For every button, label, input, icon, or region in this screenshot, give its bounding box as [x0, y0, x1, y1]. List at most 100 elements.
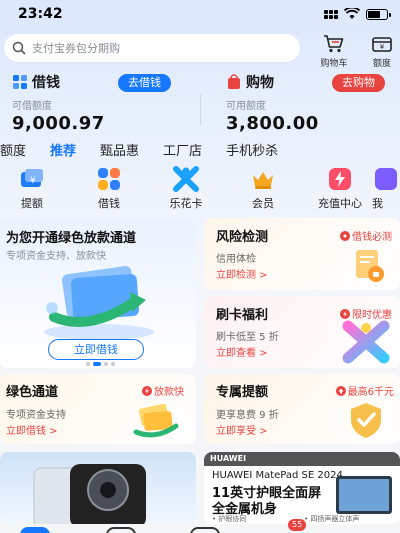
borrow-title: 借钱 [32, 75, 60, 91]
cart-icon [324, 35, 344, 53]
eye-icon [340, 230, 350, 241]
wallet-icon: ¥ [372, 37, 392, 52]
green-channel-card[interactable]: 绿色通道 放款快 专项资金支持 立即借钱 > [0, 374, 196, 444]
grid-item-member[interactable]: 会员 [233, 166, 293, 211]
swipe-sub: 刷卡低至 5 折 [216, 332, 279, 343]
borrow-grid-small-icon [13, 75, 27, 89]
money-envelope-icon [133, 403, 179, 438]
nav-badge: 55 [288, 519, 307, 531]
member-crown-icon [253, 172, 273, 189]
borrow-limit-label: 可借额度 [12, 101, 52, 112]
go-shop-button[interactable]: 去购物 [332, 74, 385, 92]
flash-icon [340, 308, 350, 319]
swipe-link[interactable]: 立即查看 > [216, 344, 268, 359]
matepad-ad-card[interactable]: HUAWEI HUAWEI MatePad SE 2024 11英寸护眼全面屏 … [204, 452, 400, 524]
cellular-signal-icon [324, 9, 338, 19]
green-tag: 放款快 [142, 383, 184, 398]
withdraw-tag: 最高6千元 [335, 383, 394, 398]
card-illustration-icon [44, 266, 154, 340]
phone-product-image [33, 464, 146, 524]
grid-item-more[interactable]: 我 [372, 166, 400, 211]
nav-cart-icon[interactable] [190, 527, 220, 533]
risk-tag-text: 借钱必测 [352, 232, 392, 243]
borrow-grid-icon [98, 168, 120, 190]
promo-title: 为您开通绿色放款通道 [6, 231, 137, 246]
green-sub: 专项资金支持 [6, 410, 66, 421]
grid-item-recharge[interactable]: 充值中心 [310, 166, 370, 211]
grid-item-borrow[interactable]: 借钱 [79, 166, 139, 211]
tab-recommend[interactable]: 推荐 [50, 140, 76, 160]
recharge-icon [329, 168, 351, 190]
borrow-now-button[interactable]: 立即借钱 [48, 339, 144, 360]
ad-brand: HUAWEI [210, 454, 247, 463]
star-sparkle-icon [342, 320, 390, 364]
borrow-limit-amount: 9,000.97 [12, 113, 105, 134]
ad-product-name: HUAWEI MatePad SE 2024 [212, 470, 343, 481]
shop-limit-label: 可用额度 [226, 101, 266, 112]
grid-label: 提额 [21, 197, 43, 210]
gold-shield-icon [351, 403, 381, 438]
nav-home-icon[interactable] [20, 527, 50, 533]
withdraw-link[interactable]: 立即享受 > [216, 422, 268, 437]
borrow-account: 借钱 去借钱 可借额度 9,000.97 [12, 72, 192, 134]
tab-quota[interactable]: 额度 [0, 140, 26, 160]
green-title: 绿色通道 [6, 385, 59, 400]
status-icons [324, 8, 391, 20]
phone-ad-card[interactable] [0, 452, 196, 524]
risk-check-card[interactable]: 风险检测 借钱必测 信用体检 立即检测 > [204, 218, 400, 290]
shop-title: 购物 [246, 75, 274, 91]
tablet-product-image [336, 476, 392, 514]
withdraw-tag-text: 最高6千元 [347, 387, 394, 398]
search-input[interactable]: 支付宝券包分期购 [4, 34, 300, 62]
risk-sub: 信用体检 [216, 254, 256, 265]
promo-green-channel-card[interactable]: 为您开通绿色放款通道 专项资金支持、放款快 立即借钱 [0, 218, 196, 368]
lehua-card-icon [173, 166, 199, 192]
swipe-title: 刷卡福利 [216, 308, 269, 323]
shop-account: 购物 去购物 可用额度 3,800.00 [226, 72, 396, 134]
swipe-tag: 限时优惠 [340, 306, 392, 321]
search-placeholder: 支付宝券包分期购 [32, 42, 120, 55]
grid-item-lehua-card[interactable]: 乐花卡 [156, 166, 216, 211]
shop-limit-amount: 3,800.00 [226, 113, 319, 134]
withdraw-sub: 更享息费 9 折 [216, 410, 279, 421]
nav-category-icon[interactable] [106, 527, 136, 533]
grid-label: 我 [372, 197, 383, 210]
promo-sub: 专项资金支持、放款快 [6, 251, 106, 262]
more-icon [375, 168, 397, 190]
risk-title: 风险检测 [216, 230, 269, 245]
cart-label: 购物车 [320, 59, 348, 69]
go-borrow-button[interactable]: 去借钱 [118, 74, 171, 92]
withdraw-title: 专属提额 [216, 385, 269, 400]
wifi-icon [344, 8, 360, 19]
green-tag-text: 放款快 [154, 387, 184, 398]
risk-tag: 借钱必测 [340, 228, 392, 243]
limit-button[interactable]: ¥ 额度 [362, 34, 400, 69]
ad-brand-bar: HUAWEI [204, 452, 400, 466]
green-link[interactable]: 立即借钱 > [6, 422, 58, 437]
bottom-nav-bar: 55 [0, 519, 400, 533]
grid-label: 借钱 [98, 197, 120, 210]
exclusive-raise-card[interactable]: 专属提额 最高6千元 更享息费 9 折 立即享受 > [204, 374, 400, 444]
tab-factory-store[interactable]: 工厂店 [163, 140, 202, 160]
search-row: 支付宝券包分期购 购物车 ¥ 额度 [0, 34, 400, 69]
account-divider [200, 94, 201, 126]
card-swipe-benefit-card[interactable]: 刷卡福利 限时优惠 刷卡低至 5 折 立即查看 > [204, 296, 400, 368]
battery-icon [366, 8, 391, 20]
risk-link[interactable]: 立即检测 > [216, 266, 268, 281]
account-summary: 借钱 去借钱 可借额度 9,000.97 购物 去购物 可用额度 3,800.0… [0, 72, 400, 134]
svg-text:¥: ¥ [30, 176, 36, 186]
document-lock-icon [356, 250, 384, 282]
flash-icon [142, 385, 152, 396]
tab-phone-flash-sale[interactable]: 手机秒杀 [226, 140, 278, 160]
tab-selected-deals[interactable]: 甄品惠 [100, 140, 139, 160]
cart-button[interactable]: 购物车 [314, 34, 354, 69]
grid-label: 充值中心 [318, 197, 362, 210]
grid-item-raise-limit[interactable]: ¥ 提额 [2, 166, 62, 211]
category-tabs: 额度 推荐 甄品惠 工厂店 手机秒杀 [0, 140, 400, 160]
raise-limit-icon: ¥ [21, 169, 43, 187]
grid-label: 乐花卡 [169, 197, 203, 210]
grid-label: 会员 [252, 197, 274, 210]
status-time: 23:42 [18, 6, 63, 22]
svg-text:¥: ¥ [380, 43, 385, 51]
swipe-tag-text: 限时优惠 [352, 310, 392, 321]
